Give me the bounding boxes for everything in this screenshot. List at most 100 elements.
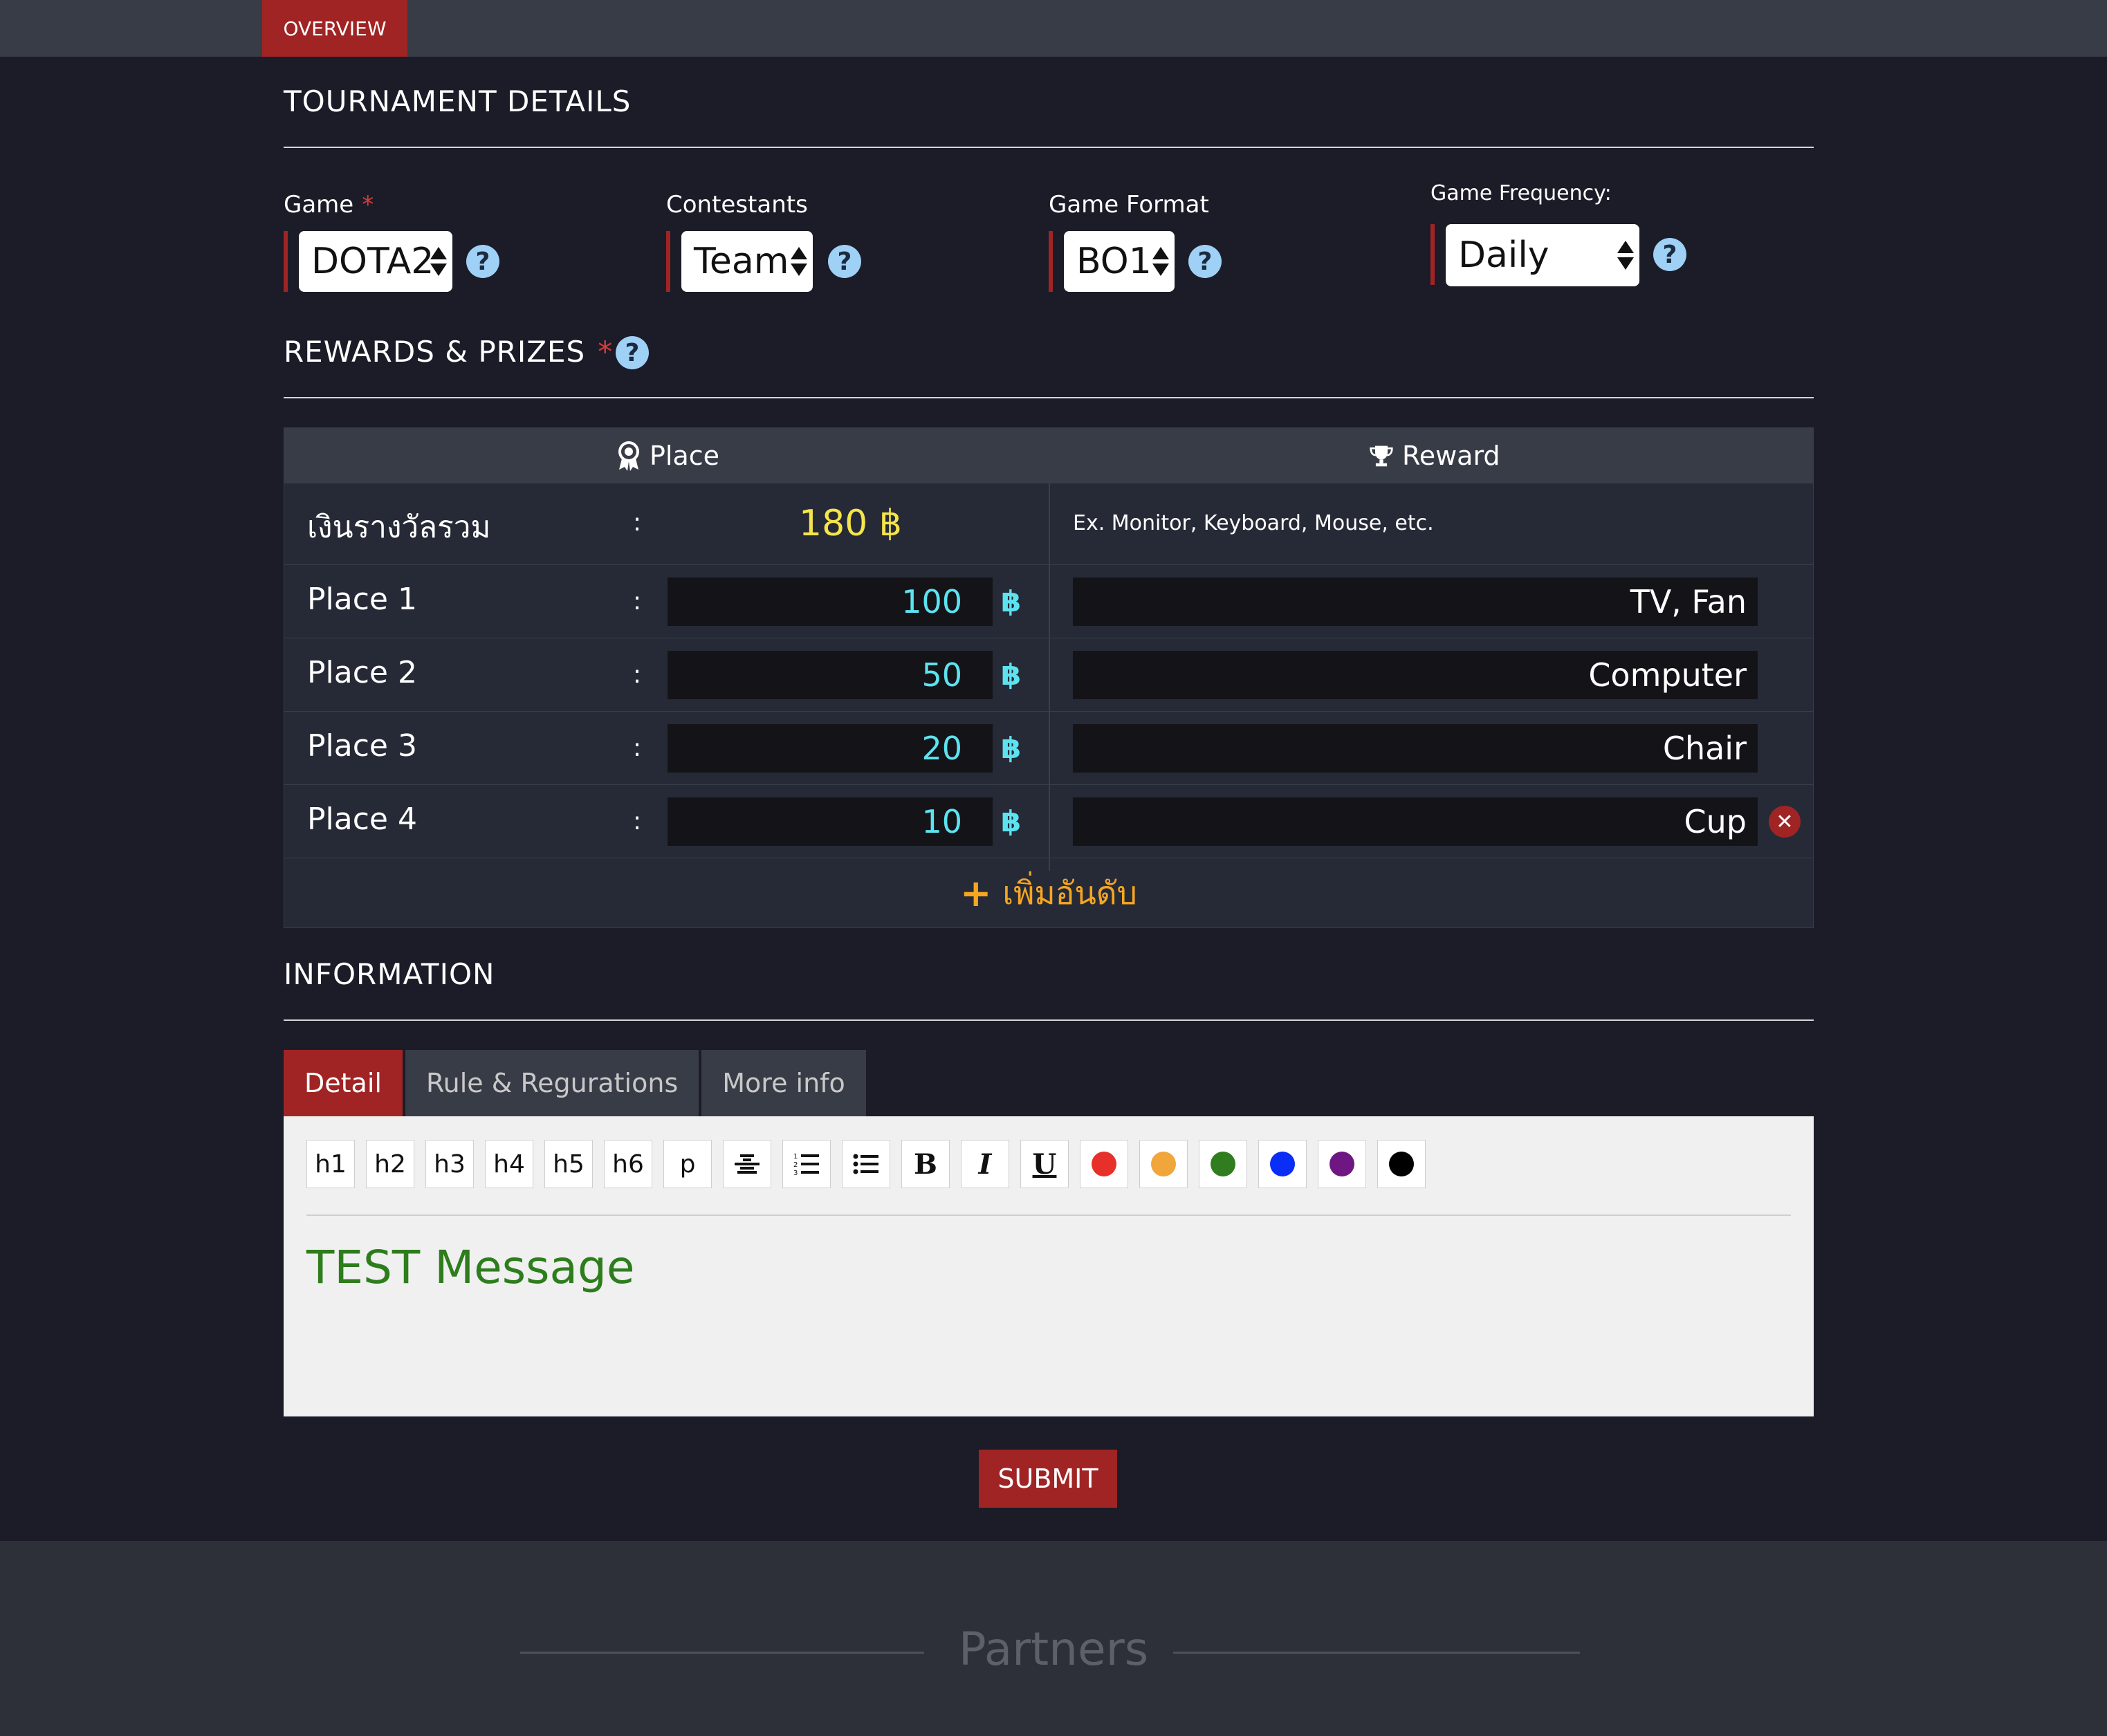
game-format-help-icon[interactable]: ?: [1188, 245, 1222, 278]
place-label: Place 1: [307, 582, 417, 617]
required-mark: *: [362, 191, 374, 219]
tab-overview[interactable]: OVERVIEW: [262, 0, 407, 57]
h1-button[interactable]: h1: [306, 1140, 355, 1188]
colon: :: [633, 661, 642, 689]
footer-divider-right: [1173, 1652, 1580, 1654]
place-amount-input[interactable]: 100: [668, 578, 993, 626]
h4-button[interactable]: h4: [485, 1140, 533, 1188]
select-accent-bar: [666, 231, 670, 292]
award-ribbon-icon: [616, 441, 641, 471]
color-red-button[interactable]: [1080, 1140, 1128, 1188]
place-amount-input[interactable]: 20: [668, 724, 993, 773]
contestants-select[interactable]: Team: [681, 231, 813, 292]
color-purple-button[interactable]: [1318, 1140, 1366, 1188]
black-dot-icon: [1389, 1152, 1414, 1176]
select-arrows-icon: [1152, 247, 1169, 276]
color-green-button[interactable]: [1199, 1140, 1247, 1188]
bold-button[interactable]: B: [901, 1140, 950, 1188]
rewards-help-icon[interactable]: ?: [616, 336, 649, 369]
plus-icon: +: [960, 871, 992, 915]
place-row: Place 1 : 100 ฿ TV, Fan: [284, 565, 1813, 638]
svg-text:2: 2: [793, 1161, 798, 1169]
colon: :: [633, 734, 642, 762]
unordered-list-icon[interactable]: [842, 1140, 890, 1188]
select-arrows-icon: [430, 247, 447, 276]
tab-more-info[interactable]: More info: [701, 1050, 866, 1116]
rewards-title: REWARDS & PRIZES *: [284, 335, 614, 369]
place-reward-input[interactable]: TV, Fan: [1073, 578, 1758, 626]
game-format-select[interactable]: BO1: [1064, 231, 1175, 292]
add-rank-button[interactable]: + เพิ่มอันดับ: [284, 857, 1813, 929]
game-frequency-label: Game Frequency:: [1430, 181, 1612, 205]
blue-dot-icon: [1270, 1152, 1295, 1176]
strikethrough-icon[interactable]: [723, 1140, 771, 1188]
information-tabs: Detail Rule & Regurations More info: [284, 1050, 869, 1116]
rewards-table-header: Place Reward: [284, 428, 1813, 483]
place-row: Place 2 : 50 ฿ Computer: [284, 638, 1813, 712]
contestants-select-value: Team: [694, 241, 789, 282]
place-reward-input[interactable]: Chair: [1073, 724, 1758, 773]
colon: :: [633, 807, 642, 835]
tab-rules[interactable]: Rule & Regurations: [405, 1050, 699, 1116]
baht-symbol: ฿: [1001, 804, 1022, 838]
green-dot-icon: [1211, 1152, 1235, 1176]
red-dot-icon: [1092, 1152, 1116, 1176]
place-reward-input[interactable]: Computer: [1073, 651, 1758, 699]
reward-placeholder-hint: Ex. Monitor, Keyboard, Mouse, etc.: [1073, 511, 1434, 535]
game-label: Game *: [284, 191, 374, 219]
rich-text-editor: h1 h2 h3 h4 h5 h6 p 123 B I U TEST Messa…: [284, 1116, 1814, 1416]
game-format-select-value: BO1: [1076, 241, 1152, 282]
partners-title: Partners: [958, 1623, 1149, 1676]
italic-button[interactable]: I: [961, 1140, 1009, 1188]
h6-button[interactable]: h6: [604, 1140, 652, 1188]
total-row: เงินรางวัลรวม : 180 ฿ Ex. Monitor, Keybo…: [284, 483, 1813, 565]
tournament-details-title: TOURNAMENT DETAILS: [284, 84, 632, 118]
editor-content[interactable]: TEST Message: [306, 1241, 634, 1294]
editor-toolbar: h1 h2 h3 h4 h5 h6 p 123 B I U: [306, 1140, 1426, 1188]
game-frequency-select[interactable]: Daily: [1446, 224, 1639, 286]
footer: Partners: [0, 1541, 2107, 1736]
game-select-value: DOTA2: [311, 241, 434, 282]
submit-button[interactable]: SUBMIT: [979, 1450, 1117, 1508]
section-divider: [284, 147, 1814, 148]
section-divider: [284, 1019, 1814, 1021]
editor-divider: [306, 1215, 1791, 1216]
underline-button[interactable]: U: [1020, 1140, 1069, 1188]
place-amount-input[interactable]: 50: [668, 651, 993, 699]
information-title: INFORMATION: [284, 957, 495, 991]
trophy-icon: [1369, 443, 1394, 468]
contestants-help-icon[interactable]: ?: [828, 245, 861, 278]
h2-button[interactable]: h2: [366, 1140, 414, 1188]
place-label: Place 2: [307, 655, 417, 690]
total-label: เงินรางวัลรวม: [307, 510, 491, 545]
color-orange-button[interactable]: [1139, 1140, 1188, 1188]
h3-button[interactable]: h3: [425, 1140, 474, 1188]
purple-dot-icon: [1329, 1152, 1354, 1176]
svg-text:1: 1: [793, 1153, 798, 1161]
reward-column-header: Reward: [1369, 428, 1500, 483]
select-accent-bar: [1049, 231, 1053, 292]
game-frequency-help-icon[interactable]: ?: [1653, 238, 1686, 271]
tab-detail[interactable]: Detail: [284, 1050, 403, 1116]
place-reward-input[interactable]: Cup: [1073, 797, 1758, 846]
color-blue-button[interactable]: [1258, 1140, 1307, 1188]
colon: :: [633, 508, 642, 537]
place-label: Place 4: [307, 802, 417, 837]
place-row: Place 3 : 20 ฿ Chair: [284, 712, 1813, 785]
place-amount-input[interactable]: 10: [668, 797, 993, 846]
game-select[interactable]: DOTA2: [299, 231, 452, 292]
game-help-icon[interactable]: ?: [466, 245, 499, 278]
game-frequency-select-value: Daily: [1458, 234, 1549, 276]
ordered-list-icon[interactable]: 123: [782, 1140, 831, 1188]
colon: :: [633, 587, 642, 616]
h5-button[interactable]: h5: [544, 1140, 593, 1188]
place-column-header: Place: [616, 428, 719, 483]
game-format-label: Game Format: [1049, 191, 1209, 219]
remove-place-close-icon[interactable]: ✕: [1769, 806, 1801, 838]
rewards-table: Place Reward เงินรางวัลรวม : 180 ฿ Ex. M…: [284, 427, 1814, 928]
select-arrows-icon: [791, 247, 807, 276]
paragraph-button[interactable]: p: [663, 1140, 712, 1188]
orange-dot-icon: [1151, 1152, 1176, 1176]
select-arrows-icon: [1617, 241, 1634, 270]
color-black-button[interactable]: [1377, 1140, 1426, 1188]
